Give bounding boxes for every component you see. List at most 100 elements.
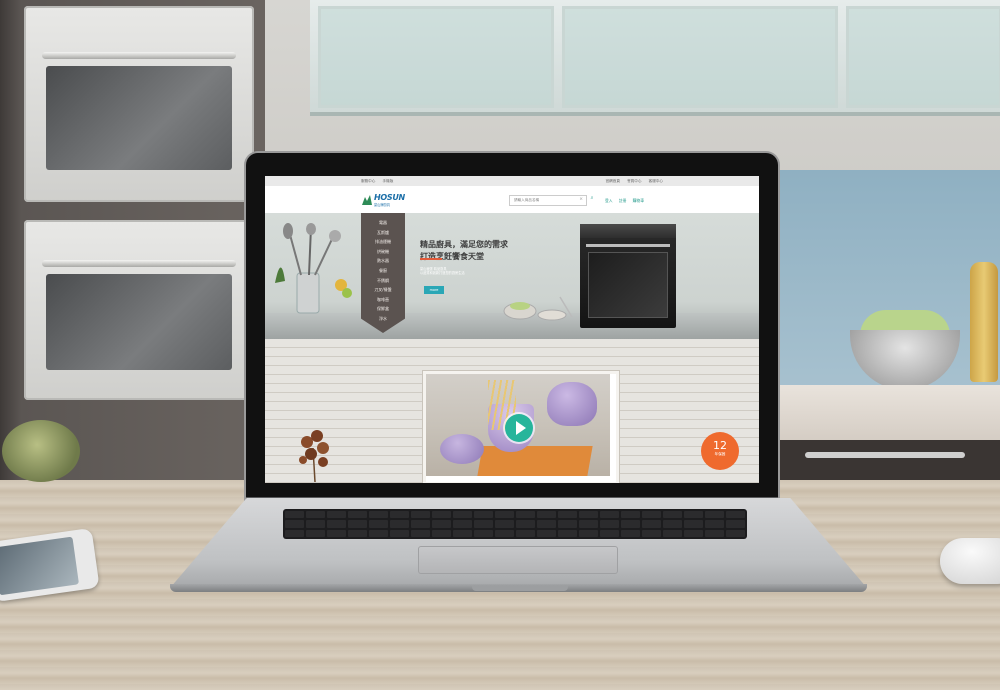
header-links: 登入 註冊 購物車 — [605, 198, 649, 204]
warranty-badge[interactable]: 12 年保固 — [701, 432, 739, 470]
keyboard-key — [642, 529, 661, 537]
artichoke — [2, 420, 80, 482]
keyboard-key — [579, 529, 598, 537]
topbar-link[interactable]: 客服中心 — [649, 179, 663, 183]
menu-item[interactable]: 保鮮盒 — [361, 304, 405, 314]
login-link[interactable]: 登入 — [605, 198, 613, 203]
laptop-trackpad — [418, 546, 618, 574]
keyboard-key — [327, 520, 346, 528]
logo-subtitle: 豪山牌廚具 — [374, 203, 390, 207]
keyboard-key — [348, 520, 367, 528]
slogan-line-2: 打造烹飪饗食天堂 — [420, 252, 484, 261]
hero-description: 豪山嚴選 精品廚具 以品質和創新打造您的廚房生活 — [420, 267, 465, 275]
topbar-link[interactable]: 服務中心 — [361, 179, 375, 183]
slogan-line-1: 精品廚具，滿足您的需求 — [420, 240, 508, 249]
slogan-underline — [420, 258, 442, 260]
keyboard-key — [411, 529, 430, 537]
keyboard-key — [558, 529, 577, 537]
keyboard-key — [474, 529, 493, 537]
register-link[interactable]: 註冊 — [619, 198, 627, 203]
badge-text: 年保固 — [714, 452, 726, 456]
keyboard-key — [390, 511, 409, 519]
keyboard-key — [516, 529, 535, 537]
keyboard-key — [306, 511, 325, 519]
keyboard-key — [663, 511, 682, 519]
keyboard-key — [621, 529, 640, 537]
laptop-notch — [472, 586, 568, 591]
keyboard-key — [726, 529, 745, 537]
keyboard-key — [285, 529, 304, 537]
hero-banner: 電器 瓦斯爐 排油煙機 烘碗機 熱水器 餐廚 不銹鋼 刀叉/餐盤 咖啡壺 保鮮盒 淨水 精品廚具，滿… — [265, 213, 759, 348]
keyboard-key — [621, 520, 640, 528]
menu-item[interactable]: 刀叉/餐盤 — [361, 285, 405, 295]
keyboard-key — [705, 511, 724, 519]
search-icon[interactable]: ⌕ — [587, 195, 597, 206]
keyboard-key — [348, 529, 367, 537]
keyboard-key — [285, 520, 304, 528]
kitchen-counter — [775, 385, 1000, 445]
site-logo[interactable]: HOSUN 豪山牌廚具 — [361, 192, 407, 208]
topbar-right-links: 官網首頁 會員中心 客服中心 — [606, 179, 669, 184]
menu-item[interactable]: 電器 — [361, 218, 405, 228]
search-input[interactable]: 請輸入商品名稱 × — [509, 195, 587, 206]
menu-item[interactable]: 淨水 — [361, 314, 405, 324]
more-button[interactable]: more — [424, 286, 444, 294]
menu-item[interactable]: 咖啡壺 — [361, 295, 405, 305]
keyboard-key — [684, 520, 703, 528]
keyboard-key — [495, 511, 514, 519]
keyboard-key — [327, 529, 346, 537]
keyboard-key — [306, 529, 325, 537]
keyboard-key — [600, 511, 619, 519]
dried-flower-icon — [299, 430, 329, 482]
menu-item[interactable]: 熱水器 — [361, 256, 405, 266]
laptop-screen: 服務中心 手機版 官網首頁 會員中心 客服中心 HOSUN 豪山牌廚具 請輸入商… — [265, 176, 759, 483]
keyboard-key — [411, 511, 430, 519]
keyboard-key — [474, 511, 493, 519]
keyboard-key — [579, 511, 598, 519]
computer-mouse — [940, 538, 1000, 584]
keyboard-key — [495, 529, 514, 537]
keyboard-key — [285, 511, 304, 519]
category-menu: 電器 瓦斯爐 排油煙機 烘碗機 熱水器 餐廚 不銹鋼 刀叉/餐盤 咖啡壺 保鮮盒 淨水 — [361, 213, 405, 333]
keyboard-key — [642, 520, 661, 528]
cart-link[interactable]: 購物車 — [633, 198, 644, 203]
keyboard-key — [390, 529, 409, 537]
keyboard-key — [726, 520, 745, 528]
menu-item[interactable]: 餐廚 — [361, 266, 405, 276]
menu-item[interactable]: 烘碗機 — [361, 247, 405, 257]
menu-item[interactable]: 不銹鋼 — [361, 276, 405, 286]
video-thumbnail[interactable] — [426, 374, 610, 476]
topbar-link[interactable]: 手機版 — [383, 179, 394, 183]
keyboard-key — [369, 529, 388, 537]
dishes-icon — [503, 296, 573, 321]
desc-line-2: 以品質和創新打造您的廚房生活 — [420, 271, 465, 276]
menu-item[interactable]: 排油煙機 — [361, 237, 405, 247]
keyboard-key — [327, 511, 346, 519]
menu-item[interactable]: 瓦斯爐 — [361, 228, 405, 238]
keyboard-key — [684, 511, 703, 519]
keyboard-key — [474, 520, 493, 528]
upper-wall-oven — [24, 6, 254, 202]
keyboard-key — [579, 520, 598, 528]
keyboard-key — [663, 529, 682, 537]
play-icon[interactable] — [505, 414, 533, 442]
search-placeholder: 請輸入商品名稱 — [514, 198, 540, 202]
keyboard-key — [411, 520, 430, 528]
keyboard-key — [516, 511, 535, 519]
built-in-oven-product[interactable] — [580, 224, 676, 328]
topbar-link[interactable]: 會員中心 — [627, 179, 641, 183]
keyboard-key — [621, 511, 640, 519]
keyboard-key — [453, 511, 472, 519]
keyboard-key — [306, 520, 325, 528]
clear-icon[interactable]: × — [579, 197, 583, 202]
keyboard-key — [537, 511, 556, 519]
keyboard-key — [390, 520, 409, 528]
keyboard-key — [537, 520, 556, 528]
topbar-link[interactable]: 官網首頁 — [606, 179, 620, 183]
badge-number: 12 — [713, 439, 727, 452]
keyboard-key — [432, 529, 451, 537]
wall-oven-column — [0, 0, 265, 480]
keyboard-key — [537, 529, 556, 537]
keyboard-key — [705, 520, 724, 528]
keyboard-key — [684, 529, 703, 537]
